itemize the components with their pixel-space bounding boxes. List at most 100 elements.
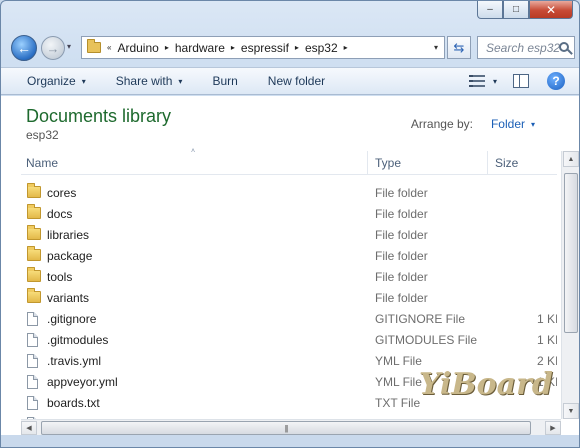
file-name: .travis.yml	[47, 353, 101, 368]
breadcrumb-separator[interactable]: ▸	[295, 43, 299, 52]
folder-icon	[87, 39, 101, 53]
vertical-scrollbar[interactable]: ▲ ▼	[561, 151, 579, 419]
folder-icon	[27, 288, 41, 303]
maximize-button[interactable]: □	[503, 1, 529, 19]
column-divider[interactable]	[487, 151, 488, 175]
file-type: File folder	[375, 248, 428, 263]
help-icon[interactable]: ?	[547, 72, 565, 90]
redacted-area	[183, 187, 369, 251]
minimize-button[interactable]: –	[477, 1, 503, 19]
address-dropdown[interactable]: ▾	[434, 43, 438, 52]
new-folder-button[interactable]: New folder	[268, 74, 325, 88]
new-folder-label: New folder	[267, 74, 326, 88]
navigation-row: ← → ▾ « Arduino ▸ hardware ▸ espressif ▸…	[9, 33, 575, 61]
column-divider[interactable]	[367, 151, 368, 175]
breadcrumb-separator[interactable]: ▸	[165, 43, 169, 52]
vertical-scroll-thumb[interactable]	[564, 173, 578, 333]
breadcrumb-esp32[interactable]: esp32	[305, 41, 338, 55]
file-type: File folder	[375, 227, 428, 242]
file-name: cores	[47, 185, 77, 200]
file-type: File folder	[375, 206, 428, 221]
file-size: 1 KI	[537, 311, 557, 326]
file-type: File folder	[375, 185, 428, 200]
file-row[interactable]: .gitignore GITIGNORE File 1 KI	[21, 308, 557, 329]
file-name: .gitmodules	[47, 332, 109, 347]
file-icon	[27, 312, 38, 326]
horizontal-scroll-thumb[interactable]: |||	[41, 421, 531, 435]
chevron-down-icon[interactable]: ▾	[531, 120, 535, 131]
scroll-right-button[interactable]: ▶	[545, 421, 561, 435]
refresh-icon: ⇆	[453, 39, 465, 55]
file-type: YML File	[375, 353, 422, 368]
breadcrumb-hardware[interactable]: hardware	[175, 41, 225, 55]
file-name: libraries	[47, 227, 90, 242]
file-name: variants	[47, 290, 90, 305]
file-row[interactable]: appveyor.yml YML File 1 KI	[21, 371, 557, 392]
breadcrumb-arduino[interactable]: Arduino	[117, 41, 158, 55]
file-icon	[27, 333, 38, 347]
folder-icon	[27, 246, 41, 261]
chevron-down-icon: ▾	[178, 76, 183, 86]
file-row[interactable]: .travis.yml YML File 2 KI	[21, 350, 557, 371]
file-name: package	[47, 248, 93, 263]
arrange-by-dropdown[interactable]: Folder	[491, 117, 525, 131]
file-type: File folder	[375, 269, 428, 284]
recent-pages-dropdown[interactable]: ▾	[67, 42, 71, 51]
file-icon	[27, 375, 38, 389]
library-title: Documents library	[26, 106, 172, 126]
search-icon	[559, 42, 569, 52]
share-with-button[interactable]: Share with ▾	[116, 74, 183, 88]
file-row[interactable]: boards.txt TXT File	[21, 392, 557, 413]
file-size: 1 KI	[537, 374, 557, 389]
file-type: TXT File	[375, 395, 421, 410]
forward-button[interactable]: →	[41, 36, 65, 60]
file-row[interactable]: tools File folder	[21, 266, 557, 287]
file-type: File folder	[375, 290, 428, 305]
search-placeholder: Search esp32	[486, 40, 561, 55]
change-view-icon[interactable]	[468, 75, 485, 87]
caption-buttons: – □ ✕	[477, 1, 573, 19]
refresh-button[interactable]: ⇆	[447, 36, 471, 59]
view-options-dropdown[interactable]: ▾	[493, 77, 497, 86]
horizontal-scrollbar[interactable]: ◀ ||| ▶	[21, 419, 561, 435]
folder-icon	[27, 204, 41, 219]
breadcrumb-separator[interactable]: ▸	[231, 43, 235, 52]
arrange-by: Arrange by: Folder ▾	[411, 117, 535, 131]
breadcrumb-espressif[interactable]: espressif	[241, 41, 289, 55]
scroll-grip-icon: |||	[284, 423, 288, 433]
view-controls: ▾ ?	[468, 72, 565, 90]
organize-button[interactable]: Organize ▾	[27, 74, 86, 88]
file-icon	[27, 354, 38, 368]
arrange-by-label: Arrange by:	[410, 117, 473, 131]
close-button[interactable]: ✕	[529, 1, 573, 19]
breadcrumb-separator[interactable]: ▸	[344, 43, 348, 52]
column-type[interactable]: Type	[375, 156, 401, 170]
folder-icon	[27, 225, 41, 240]
file-name: .gitignore	[47, 311, 97, 326]
scroll-up-button[interactable]: ▲	[563, 151, 579, 167]
organize-label: Organize	[27, 74, 76, 88]
search-input[interactable]: Search esp32	[477, 36, 575, 59]
file-icon	[27, 396, 38, 410]
burn-button[interactable]: Burn	[212, 74, 237, 88]
column-size[interactable]: Size	[495, 156, 518, 170]
chevron-down-icon: ▾	[81, 76, 86, 86]
address-bar[interactable]: « Arduino ▸ hardware ▸ espressif ▸ esp32…	[81, 36, 445, 59]
scroll-down-button[interactable]: ▼	[563, 403, 579, 419]
file-type: GITMODULES File	[375, 332, 478, 347]
file-size: 1 KI	[537, 332, 557, 347]
preview-pane-icon[interactable]	[513, 74, 529, 88]
back-button[interactable]: ←	[11, 35, 37, 61]
file-row[interactable]: .gitmodules GITMODULES File 1 KI	[21, 329, 557, 350]
column-name[interactable]: Name	[26, 156, 58, 170]
command-bar: Organize ▾ Share with ▾ Burn New folder …	[1, 67, 579, 95]
file-row[interactable]: variants File folder	[21, 287, 557, 308]
file-size: 2 KI	[537, 353, 557, 368]
burn-label: Burn	[212, 74, 238, 88]
file-list-pane: Documents library esp32 Arrange by: Fold…	[1, 96, 579, 435]
file-type: YML File	[375, 374, 422, 389]
breadcrumb-overflow[interactable]: «	[107, 43, 111, 52]
scroll-left-button[interactable]: ◀	[21, 421, 37, 435]
folder-icon	[27, 267, 41, 282]
file-type: GITIGNORE File	[375, 311, 466, 326]
